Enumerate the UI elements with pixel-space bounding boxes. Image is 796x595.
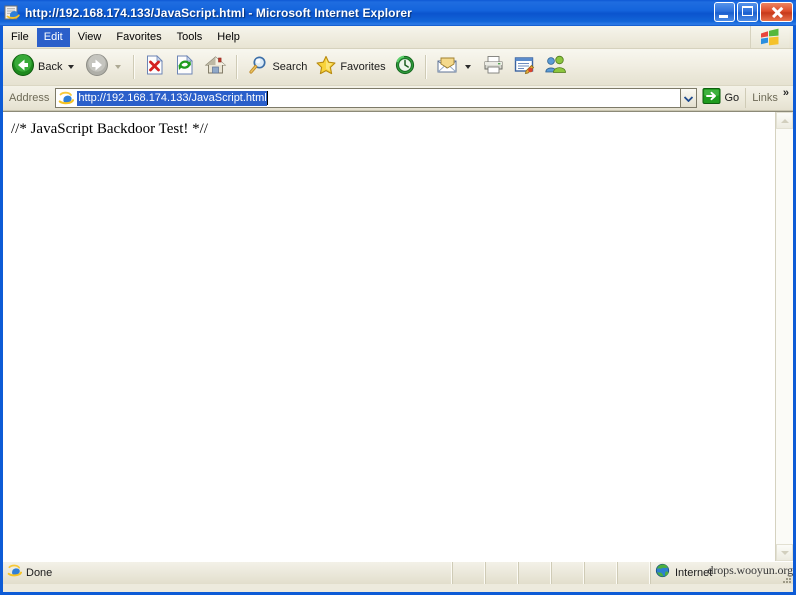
status-cell-2 <box>486 562 519 584</box>
messenger-button[interactable] <box>540 51 571 83</box>
mail-dropdown-caret-icon[interactable] <box>464 65 471 69</box>
stop-icon <box>144 54 166 81</box>
text-cursor <box>266 91 268 105</box>
back-label: Back <box>38 61 63 73</box>
address-text: http://192.168.174.133/JavaScript.html <box>77 90 267 106</box>
address-dropdown-button[interactable] <box>679 88 697 108</box>
search-label: Search <box>272 61 308 73</box>
history-clock-icon <box>394 54 416 81</box>
menu-item-file[interactable]: File <box>4 28 36 47</box>
star-icon <box>315 54 337 81</box>
address-label: Address <box>9 92 50 104</box>
scroll-down-arrow-icon[interactable] <box>776 544 793 561</box>
messenger-people-icon <box>544 54 567 80</box>
forward-arrow-icon <box>85 53 109 82</box>
back-arrow-icon <box>11 53 35 82</box>
address-input[interactable]: http://192.168.174.133/JavaScript.html <box>55 88 680 108</box>
edit-page-icon <box>513 55 536 80</box>
maximize-button[interactable] <box>737 2 758 22</box>
navigation-toolbar: Back Search Favorites <box>3 49 793 86</box>
status-cell-5 <box>585 562 618 584</box>
page-body-text: //* JavaScript Backdoor Test! *// <box>11 121 208 137</box>
history-button[interactable] <box>390 51 420 83</box>
home-button[interactable] <box>200 51 231 83</box>
go-label: Go <box>724 92 740 104</box>
mail-icon <box>436 55 459 80</box>
internet-explorer-icon <box>4 5 20 21</box>
refresh-button[interactable] <box>170 51 200 83</box>
back-dropdown-caret-icon[interactable] <box>68 65 75 69</box>
security-zone-cell[interactable]: Internet drops.wooyun.org <box>651 562 793 584</box>
globe-icon <box>655 563 670 583</box>
forward-dropdown-caret-icon <box>115 65 122 69</box>
title-bar[interactable]: http://192.168.174.133/JavaScript.html -… <box>0 0 796 26</box>
status-cell-6 <box>618 562 651 584</box>
go-arrow-icon <box>702 87 722 110</box>
resize-grip-icon[interactable] <box>780 571 792 583</box>
menu-item-tools[interactable]: Tools <box>170 28 210 47</box>
stop-button[interactable] <box>140 51 170 83</box>
favorites-label: Favorites <box>340 61 386 73</box>
refresh-icon <box>174 54 196 81</box>
search-button[interactable]: Search <box>243 51 311 83</box>
chevron-down-icon <box>683 89 693 107</box>
window-title: http://192.168.174.133/JavaScript.html -… <box>25 6 412 20</box>
status-text: Done <box>26 567 53 579</box>
menu-item-edit[interactable]: Edit <box>36 27 70 47</box>
status-cell-1 <box>453 562 486 584</box>
windows-flag-icon[interactable] <box>750 26 789 48</box>
favorites-button[interactable]: Favorites <box>311 51 389 83</box>
mail-button[interactable] <box>432 51 478 83</box>
go-button[interactable]: Go <box>697 87 746 109</box>
menu-item-favorites[interactable]: Favorites <box>109 28 168 47</box>
status-message-cell: Done <box>3 562 453 584</box>
ie-browser-window: http://192.168.174.133/JavaScript.html -… <box>0 0 796 595</box>
scroll-up-arrow-icon[interactable] <box>776 112 793 129</box>
links-button[interactable]: Links » <box>745 88 793 108</box>
links-label: Links <box>752 92 778 104</box>
toolbar-separator <box>424 55 427 79</box>
printer-icon <box>482 54 505 80</box>
browser-content-area: //* JavaScript Backdoor Test! *// <box>3 111 793 561</box>
internet-explorer-icon <box>58 90 75 106</box>
chevron-double-right-icon[interactable]: » <box>783 88 789 99</box>
back-button[interactable]: Back <box>7 51 81 83</box>
minimize-button[interactable] <box>714 2 735 22</box>
forward-button <box>81 51 128 83</box>
vertical-scrollbar[interactable] <box>775 112 793 561</box>
address-bar: Address http://192.168.174.133/JavaScrip… <box>3 86 793 111</box>
print-button[interactable] <box>478 51 509 83</box>
menu-item-help[interactable]: Help <box>210 28 247 47</box>
toolbar-separator <box>236 55 239 79</box>
status-cell-4 <box>552 562 585 584</box>
close-button[interactable] <box>760 2 793 22</box>
status-cell-3 <box>519 562 552 584</box>
web-page-document[interactable]: //* JavaScript Backdoor Test! *// <box>3 112 775 561</box>
window-frame: File Edit View Favorites Tools Help Back… <box>0 26 796 595</box>
window-controls <box>714 2 793 22</box>
status-bar: Done Internet drops.wooyun.org <box>3 561 793 584</box>
menu-item-view[interactable]: View <box>71 28 109 47</box>
toolbar-separator <box>133 55 136 79</box>
menu-bar: File Edit View Favorites Tools Help <box>3 26 793 49</box>
magnifier-icon <box>247 54 269 81</box>
edit-page-button[interactable] <box>509 51 540 83</box>
internet-explorer-icon <box>7 563 23 583</box>
home-icon <box>204 54 227 81</box>
